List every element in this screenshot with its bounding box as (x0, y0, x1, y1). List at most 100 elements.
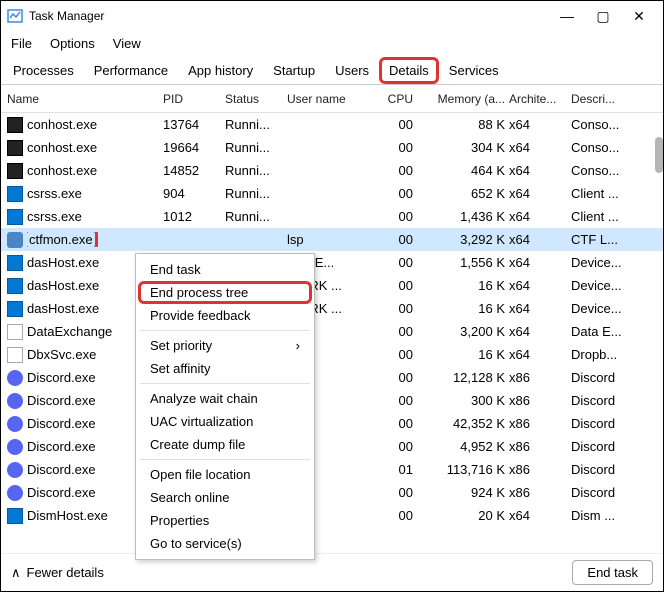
table-row[interactable]: conhost.exe19664Runni...00304 Kx64Conso.… (1, 136, 663, 159)
minimize-button[interactable]: — (549, 2, 585, 30)
tab-users[interactable]: Users (325, 57, 379, 84)
process-cpu: 00 (369, 209, 417, 224)
ctx-analyze[interactable]: Analyze wait chain (136, 387, 314, 410)
chevron-up-icon: ∧ (11, 565, 21, 581)
tab-startup[interactable]: Startup (263, 57, 325, 84)
process-arch: x86 (509, 439, 571, 454)
close-button[interactable]: ✕ (621, 2, 657, 30)
process-cpu: 00 (369, 324, 417, 339)
table-row[interactable]: Discord.exep0042,352 Kx86Discord (1, 412, 663, 435)
fewer-details-toggle[interactable]: ∧ Fewer details (11, 565, 104, 581)
table-row[interactable]: Discord.exep004,952 Kx86Discord (1, 435, 663, 458)
ctx-search[interactable]: Search online (136, 486, 314, 509)
ctx-end-task[interactable]: End task (136, 258, 314, 281)
process-desc: Discord (571, 462, 663, 477)
process-desc: Dropb... (571, 347, 663, 362)
table-row[interactable]: Discord.exep0012,128 Kx86Discord (1, 366, 663, 389)
tab-services[interactable]: Services (439, 57, 509, 84)
process-desc: Device... (571, 255, 663, 270)
process-mem: 1,436 K (417, 209, 509, 224)
tab-performance[interactable]: Performance (84, 57, 178, 84)
column-headers[interactable]: Name PID Status User name CPU Memory (a.… (1, 85, 663, 113)
process-mem: 652 K (417, 186, 509, 201)
table-row[interactable]: csrss.exe904Runni...00652 Kx64Client ... (1, 182, 663, 205)
process-mem: 1,556 K (417, 255, 509, 270)
process-icon (7, 439, 23, 455)
col-desc[interactable]: Descri... (571, 92, 663, 106)
separator (140, 330, 310, 331)
table-row[interactable]: conhost.exe13764Runni...0088 Kx64Conso..… (1, 113, 663, 136)
table-row[interactable]: dasHost.exeWORK ...0016 Kx64Device... (1, 274, 663, 297)
process-desc: Conso... (571, 163, 663, 178)
process-icon (7, 163, 23, 179)
process-arch: x64 (509, 117, 571, 132)
process-arch: x64 (509, 324, 571, 339)
col-status[interactable]: Status (225, 92, 287, 106)
col-user[interactable]: User name (287, 92, 369, 106)
table-row[interactable]: csrss.exe1012Runni...001,436 Kx64Client … (1, 205, 663, 228)
tab-details[interactable]: Details (379, 57, 439, 84)
table-row[interactable]: DismHost.exe0020 Kx64Dism ... (1, 504, 663, 527)
process-cpu: 00 (369, 163, 417, 178)
process-status: Runni... (225, 140, 287, 155)
process-arch: x64 (509, 209, 571, 224)
col-mem[interactable]: Memory (a... (417, 92, 509, 106)
process-desc: CTF L... (571, 232, 663, 247)
table-row[interactable]: DataExchangep003,200 Kx64Data E... (1, 320, 663, 343)
process-pid: 1012 (163, 209, 225, 224)
process-list[interactable]: conhost.exe13764Runni...0088 Kx64Conso..… (1, 113, 663, 527)
ctx-set-priority[interactable]: Set priority› (136, 334, 314, 357)
col-pid[interactable]: PID (163, 92, 225, 106)
process-desc: Client ... (571, 209, 663, 224)
task-manager-icon (7, 8, 23, 24)
tab-apphistory[interactable]: App history (178, 57, 263, 84)
process-icon (7, 416, 23, 432)
scrollbar-thumb[interactable] (655, 137, 663, 173)
ctx-set-affinity[interactable]: Set affinity (136, 357, 314, 380)
process-desc: Discord (571, 485, 663, 500)
process-arch: x64 (509, 508, 571, 523)
process-arch: x64 (509, 255, 571, 270)
ctx-properties[interactable]: Properties (136, 509, 314, 532)
table-row[interactable]: dasHost.exeAL SE...001,556 Kx64Device... (1, 251, 663, 274)
process-status: Runni... (225, 117, 287, 132)
process-arch: x86 (509, 462, 571, 477)
ctx-uac[interactable]: UAC virtualization (136, 410, 314, 433)
process-mem: 16 K (417, 301, 509, 316)
menu-view[interactable]: View (105, 33, 149, 54)
col-cpu[interactable]: CPU (369, 92, 417, 106)
ctx-dump[interactable]: Create dump file (136, 433, 314, 456)
process-icon (7, 485, 23, 501)
process-cpu: 00 (369, 439, 417, 454)
scrollbar[interactable] (653, 117, 663, 531)
table-row[interactable]: DbxSvc.exeTEM0016 Kx64Dropb... (1, 343, 663, 366)
table-row[interactable]: Discord.exep00300 Kx86Discord (1, 389, 663, 412)
table-row[interactable]: Discord.exe00924 Kx86Discord (1, 481, 663, 504)
process-name: csrss.exe (27, 209, 163, 224)
process-icon (7, 301, 23, 317)
menu-options[interactable]: Options (42, 33, 103, 54)
menu-file[interactable]: File (3, 33, 40, 54)
ctx-end-process-tree[interactable]: End process tree (138, 281, 312, 304)
col-arch[interactable]: Archite... (509, 92, 571, 106)
maximize-button[interactable]: ▢ (585, 2, 621, 30)
process-arch: x64 (509, 232, 571, 247)
table-row[interactable]: conhost.exe14852Runni...00464 Kx64Conso.… (1, 159, 663, 182)
process-pid: 904 (163, 186, 225, 201)
table-row[interactable]: Discord.exe01113,716 Kx86Discord (1, 458, 663, 481)
process-mem: 3,292 K (417, 232, 509, 247)
process-arch: x64 (509, 186, 571, 201)
ctx-provide-feedback[interactable]: Provide feedback (136, 304, 314, 327)
col-name[interactable]: Name (7, 92, 163, 106)
tab-processes[interactable]: Processes (3, 57, 84, 84)
process-name: ctfmon.exe (27, 232, 163, 247)
ctx-open-loc[interactable]: Open file location (136, 463, 314, 486)
process-desc: Device... (571, 301, 663, 316)
ctx-goto-service[interactable]: Go to service(s) (136, 532, 314, 555)
process-cpu: 00 (369, 508, 417, 523)
end-task-button[interactable]: End task (572, 560, 653, 585)
table-row[interactable]: ctfmon.exelsp003,292 Kx64CTF L... (1, 228, 663, 251)
table-row[interactable]: dasHost.exeWORK ...0016 Kx64Device... (1, 297, 663, 320)
process-name: csrss.exe (27, 186, 163, 201)
process-desc: Dism ... (571, 508, 663, 523)
